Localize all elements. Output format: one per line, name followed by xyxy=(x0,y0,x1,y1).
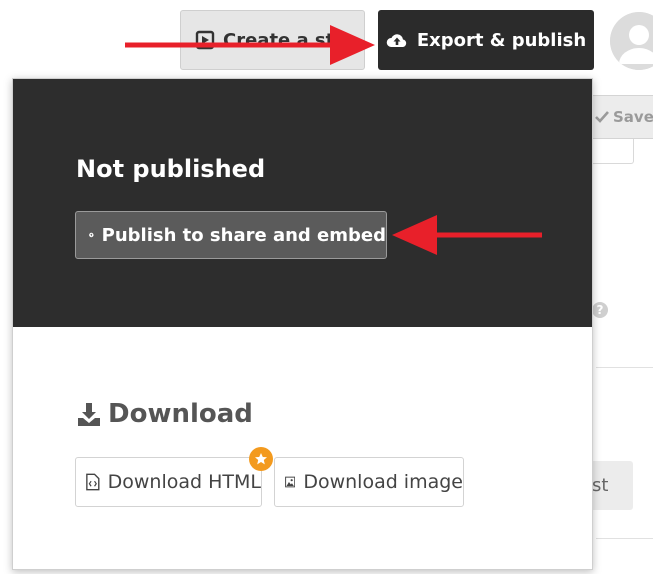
cloud-upload-icon xyxy=(386,34,407,47)
annotation-arrow xyxy=(392,215,542,255)
save-label: Save xyxy=(613,108,653,126)
download-image-label: Download image xyxy=(303,471,463,493)
export-publish-button[interactable]: Export & publish xyxy=(378,10,594,70)
publish-section: Not published Publish to share and embed xyxy=(13,79,592,327)
publish-button-label: Publish to share and embed xyxy=(101,224,386,246)
download-icon xyxy=(78,403,100,426)
download-html-label: Download HTML xyxy=(107,471,261,493)
publish-button[interactable]: Publish to share and embed xyxy=(75,211,387,259)
annotation-arrow xyxy=(125,25,375,65)
divider xyxy=(596,538,653,539)
star-icon xyxy=(249,447,273,471)
download-heading-label: Download xyxy=(108,399,253,429)
download-heading: Download xyxy=(76,399,253,429)
background-input-field[interactable] xyxy=(590,139,634,164)
user-avatar-icon[interactable] xyxy=(610,12,653,70)
divider xyxy=(596,367,653,368)
image-file-icon xyxy=(285,476,296,488)
arrow-up-circle-icon xyxy=(89,232,94,238)
export-publish-label: Export & publish xyxy=(416,29,587,51)
background-partial-button-label: st xyxy=(592,475,609,496)
export-publish-dropdown: Not published Publish to share and embed… xyxy=(12,78,593,570)
download-image-button[interactable]: Download image xyxy=(274,457,464,507)
help-icon[interactable]: ? xyxy=(592,302,608,318)
code-file-icon xyxy=(86,473,100,491)
checkmark-icon xyxy=(595,111,609,123)
publish-status-title: Not published xyxy=(76,155,266,183)
save-button[interactable]: Save xyxy=(588,95,653,139)
download-html-button[interactable]: Download HTML xyxy=(75,457,262,507)
